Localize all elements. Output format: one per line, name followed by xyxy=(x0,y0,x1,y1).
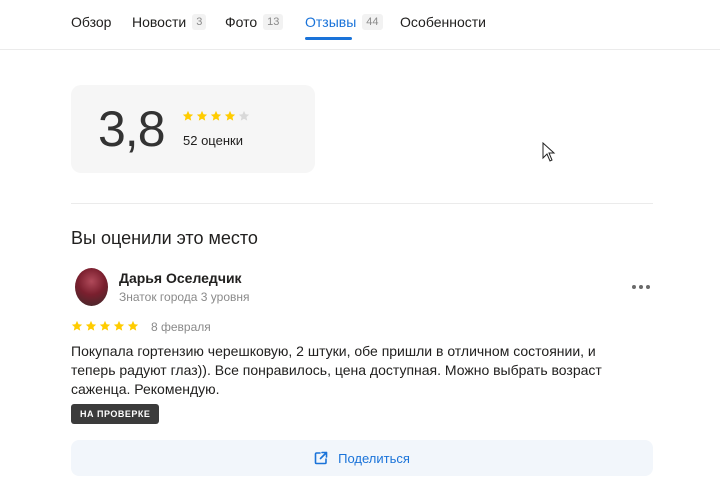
divider xyxy=(71,203,653,204)
review-text: Покупала гортензию черешковую, 2 штуки, … xyxy=(71,343,602,397)
review-date: 8 февраля xyxy=(151,320,211,334)
star-filled-icon xyxy=(99,320,111,331)
star-empty-icon xyxy=(238,110,250,121)
star-filled-icon xyxy=(182,110,194,121)
dot-icon xyxy=(632,285,636,289)
share-button[interactable]: Поделиться xyxy=(71,440,653,476)
avatar[interactable] xyxy=(75,268,108,306)
star-filled-icon xyxy=(127,320,139,331)
rating-count: 52 оценки xyxy=(183,133,243,148)
mouse-cursor-icon xyxy=(542,142,556,162)
dot-icon xyxy=(639,285,643,289)
dot-icon xyxy=(646,285,650,289)
review-author-name[interactable]: Дарья Оселедчик xyxy=(119,270,242,287)
star-filled-icon xyxy=(113,320,125,331)
rating-summary-card: 3,8 52 оценки xyxy=(71,85,315,173)
tab-overview[interactable]: Обзор xyxy=(71,13,111,35)
tab-news[interactable]: Новости 3 xyxy=(132,13,207,35)
status-badge: НА ПРОВЕРКЕ xyxy=(71,404,160,424)
tab-label: Новости xyxy=(132,14,187,30)
tab-label: Особенности xyxy=(400,14,486,30)
tab-reviews[interactable]: Отзывы 44 xyxy=(305,13,383,40)
star-filled-icon xyxy=(210,110,222,121)
tab-count-badge: 3 xyxy=(192,14,207,30)
star-filled-icon xyxy=(224,110,236,121)
section-title: Вы оценили это место xyxy=(71,228,258,248)
star-filled-icon xyxy=(71,320,83,331)
star-filled-icon xyxy=(85,320,97,331)
tab-label: Отзывы xyxy=(305,14,357,30)
page: Обзор Новости 3 Фото 13 Отзывы 44 Особен… xyxy=(0,0,720,480)
tab-count-badge: 13 xyxy=(263,14,284,30)
tab-label: Обзор xyxy=(71,14,112,30)
review-stars xyxy=(71,320,139,332)
more-options-button[interactable] xyxy=(632,283,652,291)
review-author-level: Знаток города 3 уровня xyxy=(119,290,250,304)
rating-value: 3,8 xyxy=(98,101,166,157)
star-filled-icon xyxy=(196,110,208,121)
share-button-label: Поделиться xyxy=(338,450,410,466)
rating-stars xyxy=(182,110,250,122)
tab-features[interactable]: Особенности xyxy=(400,13,486,35)
tab-count-badge: 44 xyxy=(362,14,383,30)
share-icon xyxy=(314,451,328,465)
tab-bar: Обзор Новости 3 Фото 13 Отзывы 44 Особен… xyxy=(0,0,720,50)
tab-photos[interactable]: Фото 13 xyxy=(225,13,284,35)
tab-label: Фото xyxy=(225,14,258,30)
